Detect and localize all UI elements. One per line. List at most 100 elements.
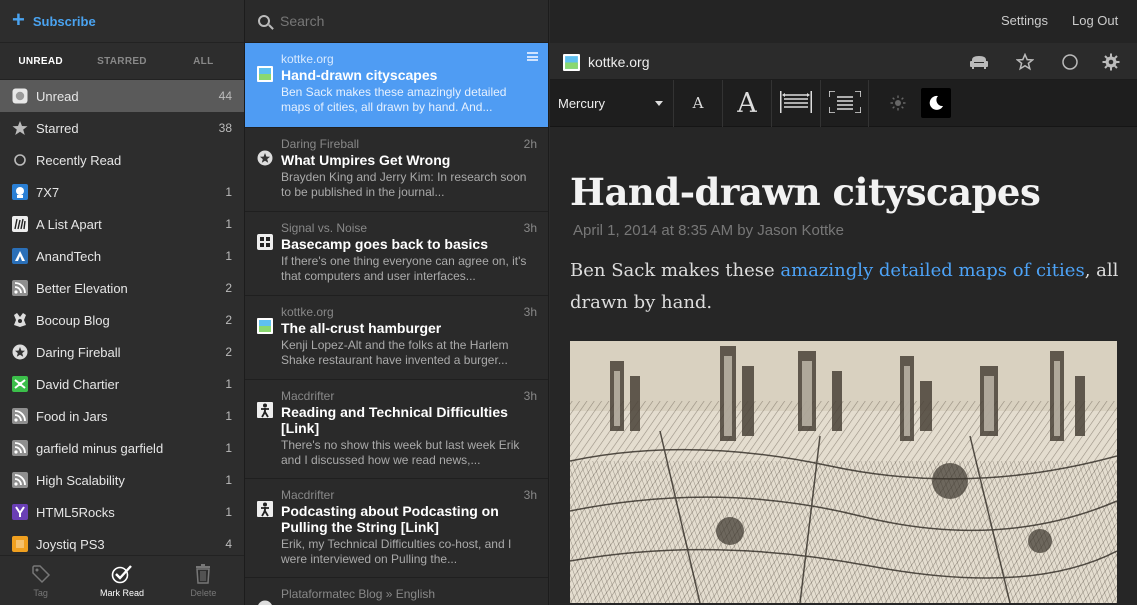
article-time: 3h [523,305,537,319]
feed-count: 2 [225,313,232,327]
delete-button[interactable]: Delete [163,556,244,605]
article-item[interactable]: Daring Fireball 2h What Umpires Get Wron… [245,128,548,212]
feed-item-david-chartier[interactable]: David Chartier 1 [0,368,244,400]
feed-name: High Scalability [36,472,125,488]
feed-item-bocoup-blog[interactable]: Bocoup Blog 2 [0,304,244,336]
feed-count: 38 [218,121,232,135]
article-source: Plataformatec Blog » English [281,587,436,601]
feed-item-unread[interactable]: Unread 44 [0,80,244,112]
feed-item-a-list-apart[interactable]: A List Apart 1 [0,208,244,240]
article-title: Basecamp goes back to basics [281,236,488,252]
article-source: Daring Fireball [281,137,360,151]
search-bar [245,0,548,43]
7x7-icon [12,184,28,200]
tag-icon [31,564,51,588]
article-source: Macdrifter [281,389,335,403]
article-item[interactable]: kottke.org Hand-drawn cityscapes Ben Sac… [245,43,548,128]
mark-read-label: Mark Read [99,587,144,598]
font-larger-button[interactable]: A [723,79,772,127]
circle-icon [12,152,28,168]
feed-item-joystiq-ps3[interactable]: Joystiq PS3 4 [0,528,244,555]
macdrifter-icon [257,402,273,418]
search-icon [258,15,270,27]
article-time: 3h [523,221,537,235]
article-list-pane: kottke.org Hand-drawn cityscapes Ben Sac… [245,0,549,605]
article-title: Reading and Technical Difficulties [Link… [281,404,508,436]
article-snippet: Brayden King and Jerry Kim: In research … [281,170,527,199]
article-body: Ben Sack makes these amazingly detailed … [570,255,1120,319]
article-item[interactable]: kottke.org 3h The all-crust hamburger Ke… [245,296,548,380]
feed-count: 1 [225,409,232,423]
article-snippet: Ben Sack makes these amazingly detailed … [281,85,507,114]
feed-item-garfield-minus-garfield[interactable]: garfield minus garfield 1 [0,432,244,464]
star-button-icon[interactable] [1014,51,1036,73]
anandtech-icon [12,248,28,264]
feed-count: 1 [225,249,232,263]
gear-icon[interactable] [1100,51,1122,73]
article-item[interactable]: Macdrifter 3h Reading and Technical Diff… [245,380,548,479]
tag-button[interactable]: Tag [0,556,81,605]
logout-link[interactable]: Log Out [1072,13,1118,28]
settings-link[interactable]: Settings [1001,13,1048,28]
feed-header-name: kottke.org [588,54,650,70]
daringfireball-icon [257,150,273,166]
sidebar-toolbar: Tag Mark Read Delete [0,555,244,605]
article-source: kottke.org [281,52,334,66]
body-text: Ben Sack makes these [570,260,781,281]
tab-all[interactable]: ALL [163,43,244,79]
feed-item-starred[interactable]: Starred 38 [0,112,244,144]
article-item[interactable]: Plataformatec Blog » English [245,578,548,605]
article-heading: Hand-drawn cityscapes [570,170,1041,214]
feed-item-anandtech[interactable]: AnandTech 1 [0,240,244,272]
plataformatec-icon [257,600,273,605]
light-theme-sun-icon[interactable] [883,88,913,118]
feed-count: 1 [225,473,232,487]
unread-circle-icon[interactable] [1059,51,1081,73]
feed-item-daring-fireball[interactable]: Daring Fireball 2 [0,336,244,368]
feed-item-high-scalability[interactable]: High Scalability 1 [0,464,244,496]
feed-item-recently-read[interactable]: Recently Read [0,144,244,176]
trash-icon [194,563,212,588]
feed-name: Bocoup Blog [36,312,110,328]
body-link[interactable]: amazingly detailed maps of cities [780,260,1084,281]
feed-name: A List Apart [36,216,102,232]
star-icon [12,120,28,136]
feed-item-better-elevation[interactable]: Better Elevation 2 [0,272,244,304]
search-input[interactable] [280,13,520,29]
tab-unread[interactable]: UNREAD [0,43,81,79]
feed-item-7x7[interactable]: 7X7 1 [0,176,244,208]
article-title: The all-crust hamburger [281,320,442,336]
article-item[interactable]: Signal vs. Noise 3h Basecamp goes back t… [245,212,548,296]
couch-icon[interactable] [968,51,990,73]
article-source: Signal vs. Noise [281,221,368,235]
article-title: Podcasting about Podcasting on Pulling t… [281,503,499,535]
article-item[interactable]: Macdrifter 3h Podcasting about Podcastin… [245,479,548,578]
width-narrow-button[interactable] [821,79,869,127]
feed-name: Better Elevation [36,280,128,296]
feed-item-html5rocks[interactable]: HTML5Rocks 1 [0,496,244,528]
rss-icon [12,408,28,424]
feed-name: 7X7 [36,184,60,200]
width-wide-button[interactable] [772,79,821,127]
rss-icon [12,440,28,456]
menu-icon[interactable] [527,52,538,61]
feed-name: David Chartier [36,376,120,392]
article-snippet: If there's one thing everyone can agree … [281,254,527,283]
unread-icon [12,88,28,104]
feed-count: 44 [218,89,232,103]
article-time: 2h [523,137,537,151]
mark-read-button[interactable]: Mark Read [81,556,162,605]
feed-count: 2 [225,281,232,295]
feed-header: kottke.org [550,43,1137,80]
font-smaller-button[interactable]: A [674,79,723,127]
feed-item-food-in-jars[interactable]: Food in Jars 1 [0,400,244,432]
dark-theme-moon-icon[interactable] [921,88,951,118]
font-select[interactable]: Mercury [550,79,674,127]
subscribe-button[interactable]: + Subscribe [0,0,244,42]
feed-name: Daring Fireball [36,344,121,360]
feed-name: Recently Read [36,152,122,168]
feed-name: HTML5Rocks [36,504,115,520]
macdrifter-icon [257,501,273,517]
tab-starred[interactable]: STARRED [81,43,162,79]
feed-name: AnandTech [36,248,102,264]
